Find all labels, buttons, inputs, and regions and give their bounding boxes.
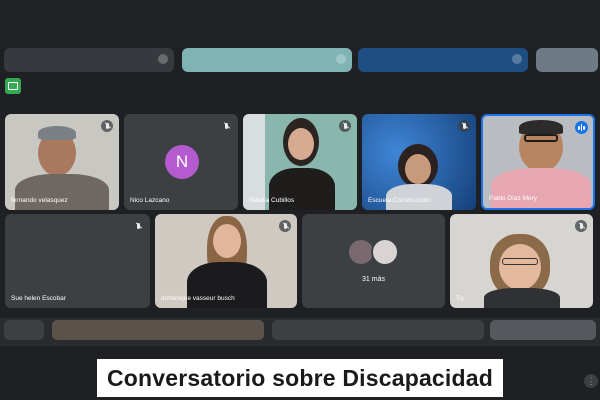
bottom-partial-tile: [4, 320, 44, 340]
participant-tile[interactable]: Tú: [450, 214, 593, 308]
top-partial-tile: [182, 48, 352, 72]
participant-tile[interactable]: fernando velasquez: [5, 114, 119, 210]
participant-name: Natalia Cubillos: [249, 197, 295, 204]
mic-off-icon: [158, 54, 168, 64]
mic-off-icon: [339, 120, 351, 132]
bottom-partial-tile: [272, 320, 484, 340]
participant-name: Nico Lazcano: [130, 197, 170, 204]
top-partial-tile: [4, 48, 174, 72]
participant-name: Tú: [456, 295, 464, 302]
participant-video: [450, 214, 593, 308]
more-options-icon[interactable]: ⋮: [584, 374, 598, 388]
participant-name: fernando velasquez: [11, 197, 68, 204]
top-dark-band: [0, 0, 600, 48]
participant-name: Sue helen Escobar: [11, 295, 66, 302]
more-participants-tile[interactable]: 31 más: [302, 214, 445, 308]
mic-off-icon: [575, 220, 587, 232]
speaking-indicator-icon: [575, 121, 588, 134]
more-participants-count: 31 más: [362, 276, 385, 283]
meeting-details-icon[interactable]: [5, 78, 21, 94]
avatar: [371, 238, 399, 266]
participant-tile[interactable]: Natalia Cubillos: [243, 114, 357, 210]
avatar: N: [165, 145, 199, 179]
mic-off-icon: [279, 220, 291, 232]
mic-off-icon: [458, 120, 470, 132]
bottom-partial-tile: [52, 320, 264, 340]
participant-tile[interactable]: dominique vasseur busch: [155, 214, 297, 308]
participant-name: dominique vasseur busch: [161, 295, 235, 302]
participant-tile[interactable]: Sue helen Escobar: [5, 214, 150, 308]
participant-name: Pablo Díaz Mery: [489, 195, 538, 202]
event-title-banner: Conversatorio sobre Discapacidad: [97, 359, 503, 397]
mic-off-icon: [336, 54, 346, 64]
participant-avatars: [347, 238, 403, 266]
participant-tile[interactable]: Escuela Construcción: [362, 114, 476, 210]
top-partial-tile: [358, 48, 528, 72]
mic-off-icon: [132, 220, 144, 232]
participant-name: Escuela Construcción: [368, 197, 431, 204]
mic-off-icon: [101, 120, 113, 132]
mic-off-icon: [512, 54, 522, 64]
bottom-partial-tile: [490, 320, 596, 340]
mic-off-icon: [220, 120, 232, 132]
top-partial-tile: [536, 48, 598, 72]
participant-tile[interactable]: N Nico Lazcano: [124, 114, 238, 210]
participant-video: [155, 214, 297, 308]
participant-tile[interactable]: Pablo Díaz Mery: [481, 114, 595, 210]
